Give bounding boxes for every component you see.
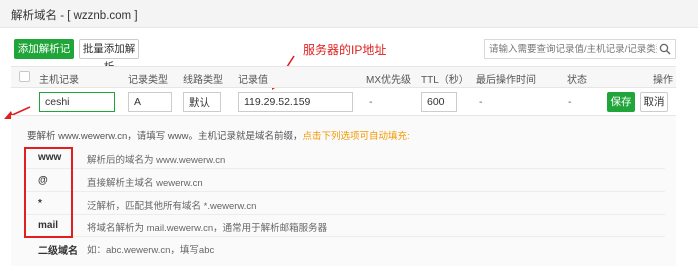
table-row-edit: - - - 保存 取消 <box>11 88 676 116</box>
search-icon[interactable] <box>659 43 671 55</box>
col-value: 记录值 <box>238 75 268 86</box>
annotation-highlight-box <box>24 147 73 238</box>
save-button[interactable]: 保存 <box>607 92 635 112</box>
help-option-subdomain[interactable]: 二级域名 如：abc.wewerw.cn，填写abc <box>25 237 665 259</box>
col-line: 线路类型 <box>183 75 223 86</box>
help-option-desc: 直接解析主域名 wewerw.cn <box>87 178 203 189</box>
help-option-root[interactable]: @ 直接解析主域名 wewerw.cn <box>25 170 665 192</box>
col-host: 主机记录 <box>39 75 79 86</box>
select-all-checkbox[interactable] <box>19 71 30 82</box>
help-option-key: 二级域名 <box>38 246 78 257</box>
help-option-desc: 泛解析，匹配其他所有域名 *.wewerw.cn <box>87 201 257 212</box>
help-option-desc: 如：abc.wewerw.cn，填写abc <box>87 245 215 256</box>
help-intro: 要解析 www.wewerw.cn，请填写 www。主机记录就是域名前缀，点击下… <box>27 128 410 142</box>
help-autofill-link[interactable]: 点击下列选项可自动填充: <box>303 131 410 142</box>
col-type: 记录类型 <box>128 75 168 86</box>
cancel-button[interactable]: 取消 <box>640 92 668 112</box>
line-select[interactable] <box>183 92 221 112</box>
host-input[interactable] <box>39 92 115 112</box>
col-mx: MX优先级 <box>366 75 411 86</box>
host-record-help-panel: 要解析 www.wewerw.cn，请填写 www。主机记录就是域名前缀，点击下… <box>11 116 676 266</box>
status-value: - <box>568 96 572 108</box>
records-table-header: 主机记录 记录类型 线路类型 记录值 MX优先级 TTL（秒） 最后操作时间 状… <box>11 66 676 88</box>
last-op-value: - <box>479 96 483 108</box>
help-option-www[interactable]: www 解析后的域名为 www.wewerw.cn <box>25 147 665 169</box>
col-last-op: 最后操作时间 <box>476 75 536 86</box>
col-status: 状态 <box>567 75 587 86</box>
help-option-wildcard[interactable]: * 泛解析，匹配其他所有域名 *.wewerw.cn <box>25 193 665 215</box>
type-select[interactable] <box>128 92 172 112</box>
search-input[interactable] <box>489 41 657 57</box>
mx-value: - <box>369 96 373 108</box>
help-option-desc: 解析后的域名为 www.wewerw.cn <box>87 155 226 166</box>
value-input[interactable] <box>238 92 353 112</box>
help-intro-text: 要解析 www.wewerw.cn，请填写 www。主机记录就是域名前缀， <box>27 131 303 142</box>
col-actions: 操作 <box>653 75 673 86</box>
help-option-mail[interactable]: mail 将域名解析为 mail.wewerw.cn，通常用于解析邮箱服务器 <box>25 215 665 237</box>
search-box <box>484 39 676 59</box>
help-option-desc: 将域名解析为 mail.wewerw.cn，通常用于解析邮箱服务器 <box>87 223 328 234</box>
ttl-input[interactable] <box>421 92 457 112</box>
col-ttl: TTL（秒） <box>421 75 469 86</box>
